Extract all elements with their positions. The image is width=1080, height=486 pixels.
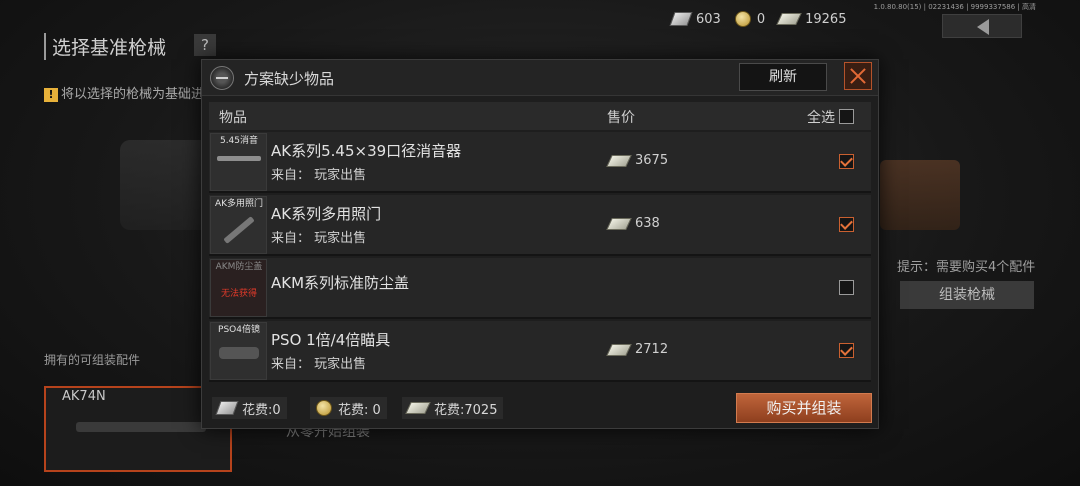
close-icon[interactable] xyxy=(844,62,872,90)
owned-gun-name: AK74N xyxy=(62,389,106,404)
warning-icon: ! xyxy=(44,88,58,102)
owned-parts-label: 拥有的可组装配件 xyxy=(44,353,141,367)
item-source: 来自： 玩家出售 xyxy=(271,231,367,246)
ticket-icon xyxy=(669,12,693,26)
missing-items-dialog: 方案缺少物品 刷新 物品 售价 全选 5.45消音 AK系列5.45×39口径消… xyxy=(201,59,879,429)
cash-icon xyxy=(405,402,431,414)
item-thumbnail: AK多用照门 xyxy=(210,196,267,254)
assemble-gun-button[interactable]: 组装枪械 xyxy=(900,281,1034,309)
cost-coin: 花费: 0 xyxy=(310,397,387,419)
item-thumbnail: PSO4倍镜 xyxy=(210,322,267,380)
scope-icon xyxy=(219,347,259,359)
dialog-header: 方案缺少物品 刷新 xyxy=(202,60,878,96)
item-price: 638 xyxy=(606,216,660,231)
coin-icon xyxy=(734,11,751,27)
item-source: 来自： 玩家出售 xyxy=(271,357,367,372)
cost-cash-value: 花费:7025 xyxy=(434,402,498,418)
version-text: 1.0.80.80(15) | 02231436 | 9999337586 | … xyxy=(873,3,1036,11)
dialog-footer: 花费:0 花费: 0 花费:7025 购买并组装 xyxy=(202,393,878,429)
item-name: PSO 1倍/4倍瞄具 xyxy=(271,331,391,349)
item-checkbox[interactable] xyxy=(839,343,854,358)
price-value: 638 xyxy=(635,216,660,231)
notice-text: ! 将以选择的枪械为基础进行 xyxy=(44,83,217,102)
cost-ticket-value: 花费:0 xyxy=(242,402,281,418)
list-item[interactable]: AKM防尘盖 无法获得 AKM系列标准防尘盖 xyxy=(209,258,871,319)
select-all-label: 全选 xyxy=(807,110,835,126)
page-title: 选择基准枪械 xyxy=(44,33,166,60)
ticket-amount: 603 xyxy=(696,11,721,27)
back-arrow-icon xyxy=(977,19,989,35)
cost-ticket: 花费:0 xyxy=(212,397,287,419)
item-checkbox[interactable] xyxy=(839,217,854,232)
price-value: 3675 xyxy=(635,153,669,168)
list-item[interactable]: AK多用照门 AK系列多用照门 来自： 玩家出售 638 xyxy=(209,195,871,256)
gun-stock-image xyxy=(880,160,960,230)
item-source: 来自： 玩家出售 xyxy=(271,168,367,183)
item-thumbnail: AKM防尘盖 无法获得 xyxy=(210,259,267,317)
cash-icon xyxy=(606,154,632,167)
cash-amount: 19265 xyxy=(805,11,847,27)
thumbnail-label: AKM防尘盖 xyxy=(215,262,263,272)
cash-icon xyxy=(606,343,632,356)
currency-bar: 603 0 19265 xyxy=(669,11,854,27)
item-thumbnail: 5.45消音 xyxy=(210,133,267,191)
item-name: AKM系列标准防尘盖 xyxy=(271,274,410,292)
dialog-title: 方案缺少物品 xyxy=(244,70,335,88)
price-value: 2712 xyxy=(635,342,669,357)
purchase-tip: 提示：需要购买4个配件 xyxy=(897,260,1036,275)
column-price: 售价 xyxy=(607,110,635,126)
currency-cash: 19265 xyxy=(776,11,847,27)
help-button[interactable]: ? xyxy=(194,34,216,56)
cash-icon xyxy=(776,13,802,25)
thumbnail-label: 5.45消音 xyxy=(219,136,259,146)
column-item: 物品 xyxy=(219,110,247,126)
coin-amount: 0 xyxy=(756,11,766,27)
currency-ticket: 603 xyxy=(669,11,721,27)
dialog-logo-icon xyxy=(210,66,234,90)
item-checkbox[interactable] xyxy=(839,154,854,169)
thumbnail-label: AK多用照门 xyxy=(214,199,264,209)
owned-gun-image xyxy=(76,422,206,432)
cost-coin-value: 花费: 0 xyxy=(338,402,381,418)
item-name: AK系列5.45×39口径消音器 xyxy=(271,142,462,160)
cost-cash: 花费:7025 xyxy=(402,397,504,419)
items-list: 5.45消音 AK系列5.45×39口径消音器 来自： 玩家出售 3675 AK… xyxy=(209,132,871,384)
back-button[interactable] xyxy=(942,14,1022,38)
coin-icon xyxy=(316,400,332,416)
unavailable-label: 无法获得 xyxy=(220,289,257,299)
item-checkbox[interactable] xyxy=(839,280,854,295)
thumbnail-label: PSO4倍镜 xyxy=(218,325,260,335)
list-item[interactable]: 5.45消音 AK系列5.45×39口径消音器 来自： 玩家出售 3675 xyxy=(209,132,871,193)
ticket-icon xyxy=(215,401,239,415)
cash-icon xyxy=(606,217,632,230)
items-table-header: 物品 售价 全选 xyxy=(209,102,871,130)
item-name: AK系列多用照门 xyxy=(271,205,382,223)
select-all-checkbox[interactable] xyxy=(839,109,854,124)
currency-coin: 0 xyxy=(734,11,766,27)
list-item[interactable]: PSO4倍镜 PSO 1倍/4倍瞄具 来自： 玩家出售 2712 xyxy=(209,321,871,382)
buy-and-assemble-button[interactable]: 购买并组装 xyxy=(736,393,872,423)
item-price: 2712 xyxy=(606,342,669,357)
silencer-icon xyxy=(217,156,261,161)
item-price: 3675 xyxy=(606,153,669,168)
rear-sight-icon xyxy=(223,216,255,244)
notice-label: 将以选择的枪械为基础进行 xyxy=(61,87,218,102)
refresh-button[interactable]: 刷新 xyxy=(739,63,827,91)
